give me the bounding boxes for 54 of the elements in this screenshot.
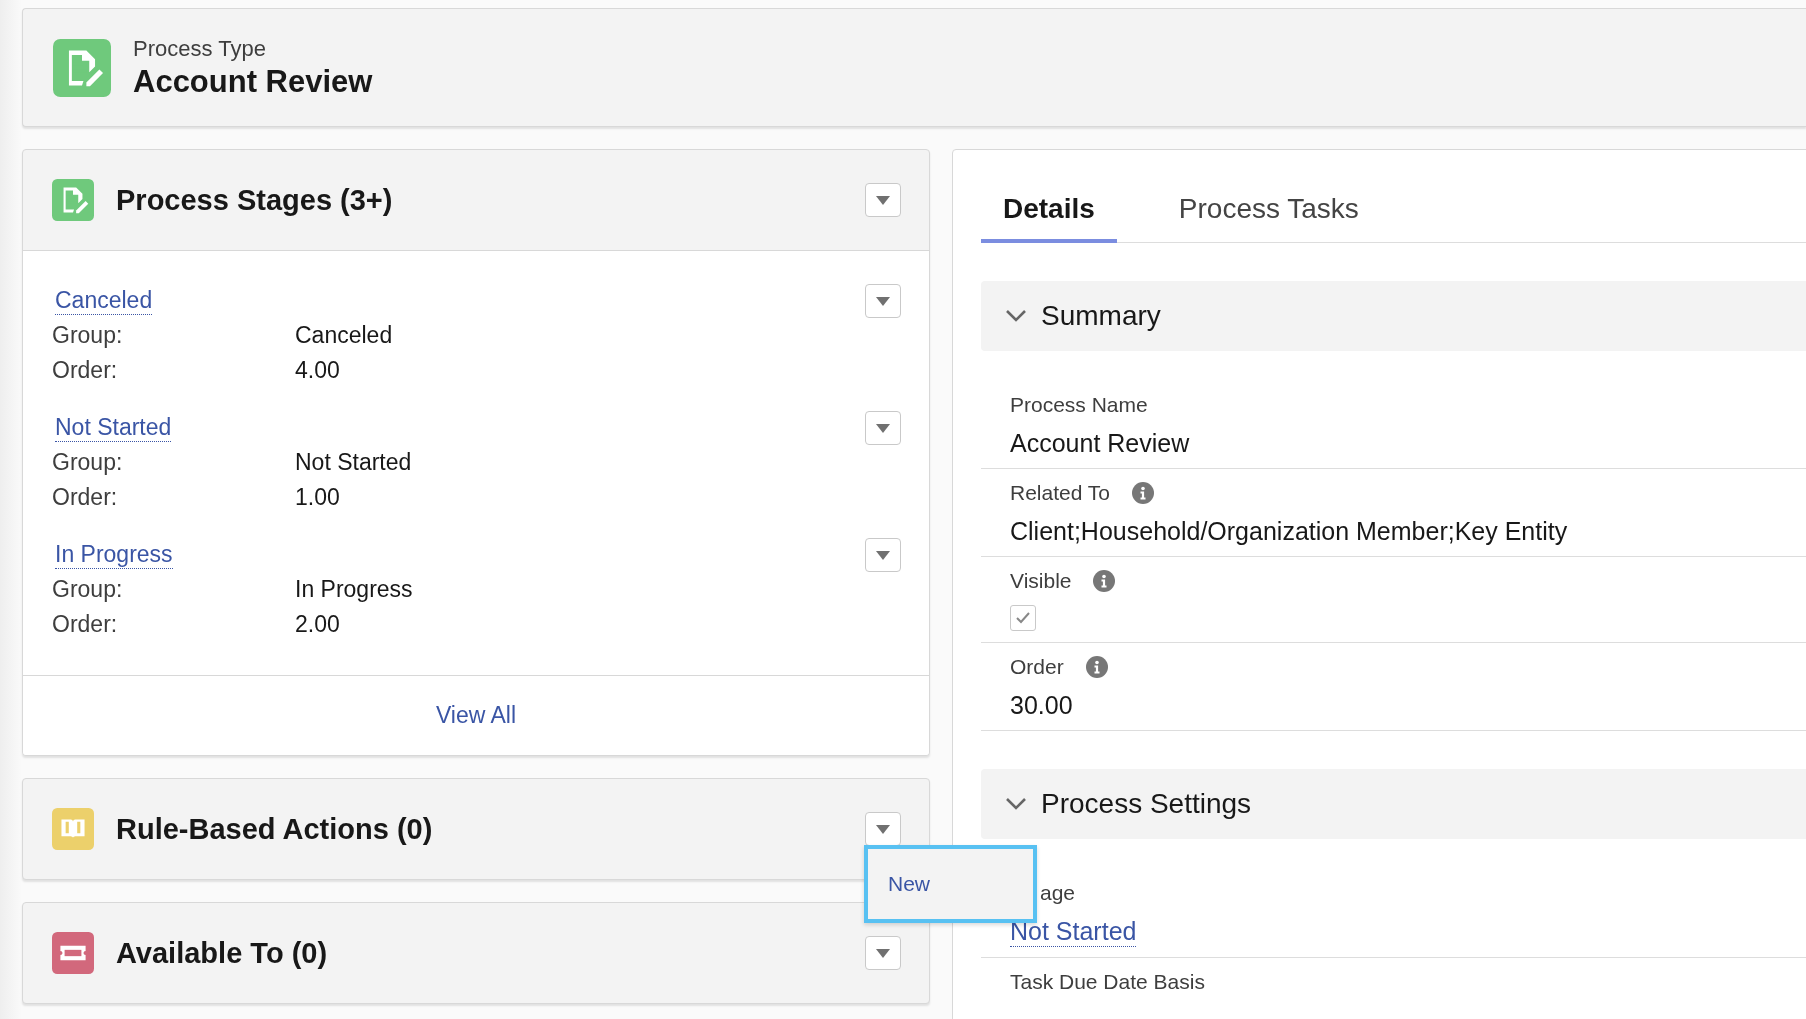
record-title: Account Review [133, 63, 373, 100]
field-label: Task Due Date Basis [1010, 970, 1205, 994]
dropdown-button[interactable] [865, 183, 901, 217]
document-icon [53, 38, 111, 97]
field-value: Canceled [295, 322, 393, 349]
card-title: Process Stages (3+) [116, 183, 394, 217]
field-value: 2.00 [295, 611, 340, 638]
field-label: Related To [1010, 481, 1111, 505]
field-value: Account Review [1010, 429, 1190, 458]
document-icon [52, 179, 94, 221]
section-header[interactable]: Summary [981, 281, 1806, 351]
field-label: Visible [1010, 569, 1072, 593]
field-label: Group: [52, 322, 124, 349]
record-link[interactable]: Not Started [55, 414, 172, 442]
field-label: age [1039, 881, 1076, 905]
caret-icon [876, 550, 890, 560]
field-label: Order: [52, 357, 119, 384]
field-value: In Progress [295, 576, 413, 603]
view-all-link[interactable]: View All [435, 702, 517, 729]
caret-icon [876, 296, 890, 306]
dropdown-button[interactable] [865, 936, 901, 970]
dropdown-button[interactable] [865, 538, 901, 572]
tab[interactable]: Process Tasks [1156, 193, 1381, 243]
dropdown-button[interactable] [865, 411, 901, 445]
field-label: Order [1010, 655, 1064, 679]
book-icon [52, 808, 94, 850]
tab[interactable]: Details [981, 193, 1117, 243]
caret-icon [876, 824, 890, 834]
ticket-icon [52, 932, 94, 974]
chevron-icon [1005, 309, 1027, 323]
field-label: Group: [52, 576, 124, 603]
record-link[interactable]: Canceled [55, 287, 153, 315]
section-header[interactable]: Process Settings [981, 769, 1806, 839]
dropdown-button[interactable] [865, 284, 901, 318]
chevron-icon [1005, 797, 1027, 811]
menu-item[interactable]: New [868, 872, 930, 896]
caret-icon [876, 948, 890, 958]
record-type: Process Type [133, 35, 267, 62]
field-label: Order: [52, 611, 119, 638]
field-label: Order: [52, 484, 119, 511]
field-value: 4.00 [295, 357, 340, 384]
field-value: 30.00 [1010, 691, 1073, 720]
card-title: Available To (0) [116, 936, 329, 970]
caret-icon [876, 423, 890, 433]
record-link[interactable]: In Progress [55, 541, 173, 569]
field-label: Process Name [1010, 393, 1148, 417]
field-value: Client;Household/Organization Member;Key Entity [1010, 517, 1568, 546]
caret-icon [876, 195, 890, 205]
field-value: Not Started [295, 449, 412, 476]
card-title: Rule-Based Actions (0) [116, 812, 434, 846]
field-value: 1.00 [295, 484, 340, 511]
dropdown-button[interactable] [865, 812, 901, 846]
field-label: Group: [52, 449, 124, 476]
checkmark-icon [1016, 612, 1030, 624]
